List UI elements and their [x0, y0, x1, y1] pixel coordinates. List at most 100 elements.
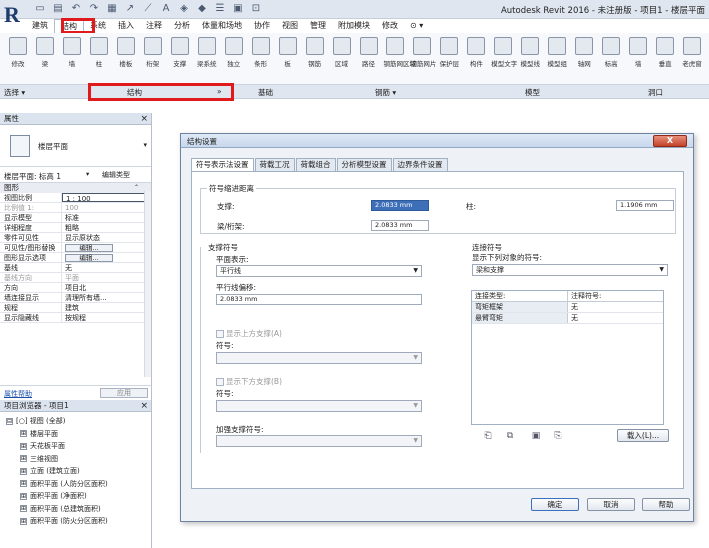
expand-toggle-icon[interactable]: ⊟ — [6, 417, 13, 425]
type-selector[interactable]: 楼层平面 ▾ — [0, 125, 151, 167]
measure-icon[interactable]: ↗ — [124, 3, 136, 15]
revit-logo-icon[interactable]: R — [4, 2, 24, 30]
panel-select[interactable]: 选择 ▾ — [4, 87, 25, 98]
property-row[interactable]: 显示模型 标准 — [0, 213, 151, 223]
property-value[interactable]: 1 : 100 — [62, 193, 151, 202]
property-row[interactable]: 比例值 1: 100 — [0, 203, 151, 213]
ribbon-tool[interactable]: 支撑 — [168, 37, 192, 68]
expand-toggle-icon[interactable]: ⊞ — [20, 480, 27, 487]
dialog-tab[interactable]: 分析模型设置 — [336, 158, 392, 171]
table-row[interactable]: 弯矩框架无 — [472, 302, 663, 313]
redo-icon[interactable]: ↷ — [88, 3, 100, 15]
expand-toggle-icon[interactable]: ⊞ — [20, 442, 27, 450]
browser-node[interactable]: ⊞ 面积平面 (人防分区面积) — [0, 478, 151, 491]
property-value[interactable]: 清理所有墙... — [62, 293, 151, 302]
dialog-titlebar[interactable]: 结构设置 X — [181, 134, 693, 148]
ribbon-tool[interactable]: 钢筋 — [303, 37, 327, 68]
expand-toggle-icon[interactable]: ⊞ — [20, 430, 27, 437]
properties-help-link[interactable]: 属性帮助 — [4, 389, 32, 399]
show-above-brace-checkbox[interactable]: 显示上方支撑(A) — [216, 328, 282, 339]
panel-rebar[interactable]: 钢筋 ▾ — [375, 87, 396, 98]
browser-node[interactable]: ⊞ 面积平面 (净面积) — [0, 490, 151, 503]
ribbon-tool[interactable]: 板 — [276, 37, 300, 68]
3d-view-icon[interactable]: ◈ — [178, 3, 190, 15]
symbol-below-select[interactable]: ▼ — [216, 400, 422, 412]
ribbon-tab[interactable]: 分析 — [168, 19, 196, 33]
apply-button[interactable]: 应用 — [100, 388, 148, 398]
ribbon-tab[interactable]: 建筑 — [26, 19, 54, 33]
ribbon-tool[interactable]: 老虎窗 — [680, 37, 704, 68]
kicker-brace-select[interactable]: ▼ — [216, 435, 422, 447]
rename-icon[interactable]: ▣ — [530, 430, 542, 442]
property-value[interactable]: 标准 — [62, 213, 151, 222]
show-symbols-for-select[interactable]: 梁和支撑 ▼ — [472, 264, 668, 276]
symbol-above-select[interactable]: ▼ — [216, 352, 422, 364]
new-icon[interactable]: ⎗ — [482, 430, 494, 442]
edit-type-button[interactable]: 编辑类型 — [100, 169, 132, 181]
expand-toggle-icon[interactable]: ⊞ — [20, 455, 27, 462]
dialog-close-button[interactable]: X — [653, 135, 687, 147]
annotation-symbol-cell[interactable]: 无 — [568, 302, 663, 312]
property-row[interactable]: 规程 建筑 — [0, 303, 151, 313]
instance-filter-label[interactable]: 楼层平面: 标高 1 — [4, 171, 61, 182]
property-row[interactable]: 基线无 — [0, 263, 151, 273]
section-icon[interactable]: ◆ — [196, 3, 208, 15]
text-icon[interactable]: A — [160, 3, 172, 15]
ribbon-tool[interactable]: 楼板 — [114, 37, 138, 68]
dialog-tab[interactable]: 符号表示法设置 — [191, 158, 254, 172]
ribbon-tool[interactable]: 区域 — [330, 37, 354, 68]
ribbon-tab[interactable]: 插入 — [112, 19, 140, 33]
ribbon-tab[interactable]: 协作 — [248, 19, 276, 33]
property-value[interactable]: 显示原状态 — [62, 233, 151, 242]
browser-node[interactable]: ⊞ 三维视图 — [0, 453, 151, 466]
browser-node[interactable]: ⊞ 面积平面 (总建筑面积) — [0, 503, 151, 516]
dialog-tab[interactable]: 边界条件设置 — [392, 158, 448, 171]
ribbon-tab[interactable]: 附加模块 — [332, 19, 376, 33]
dimension-icon[interactable]: ⟋ — [142, 3, 154, 15]
ribbon-tool[interactable]: 保护层 — [437, 37, 461, 68]
dialog-tab[interactable]: 荷载工况 — [254, 158, 295, 171]
ribbon-tool[interactable]: 条形 — [249, 37, 273, 68]
dialog-tab[interactable]: 荷载组合 — [295, 158, 336, 171]
close-hidden-icon[interactable]: ▣ — [232, 3, 244, 15]
ribbon-tool[interactable]: 钢筋网片 — [410, 37, 436, 68]
ribbon-tool[interactable]: 钢筋网区域 — [383, 37, 416, 68]
ribbon-tool[interactable]: 垂直 — [653, 37, 677, 68]
properties-group-graphics[interactable]: 图形 ⌃ — [0, 183, 151, 193]
expand-toggle-icon[interactable]: ⊞ — [20, 517, 27, 525]
ribbon-tab[interactable]: 注释 — [140, 19, 168, 33]
thin-lines-icon[interactable]: ☰ — [214, 3, 226, 15]
undo-icon[interactable]: ↶ — [70, 3, 82, 15]
property-row[interactable]: 方向 项目北 — [0, 283, 151, 293]
property-value[interactable]: 粗略 — [62, 223, 151, 232]
cancel-button[interactable]: 取消 — [587, 498, 635, 511]
open-icon[interactable]: ▭ — [34, 3, 46, 15]
duplicate-icon[interactable]: ⧉ — [504, 430, 516, 442]
project-browser-close-button[interactable]: × — [140, 400, 148, 412]
table-row[interactable]: 悬臂弯矩无 — [472, 313, 663, 324]
ribbon-tab[interactable]: ⊙ ▾ — [404, 19, 429, 33]
load-button[interactable]: 载入(L)... — [617, 429, 669, 442]
switch-windows-icon[interactable]: ⊡ — [250, 3, 262, 15]
ribbon-tab[interactable]: 修改 — [376, 19, 404, 33]
plan-representation-select[interactable]: 平行线 ▼ — [216, 265, 422, 277]
properties-close-button[interactable]: × — [140, 113, 148, 125]
ribbon-tool[interactable]: 梁 — [33, 37, 57, 68]
ribbon-tool[interactable]: 模型线 — [518, 37, 542, 68]
property-value[interactable]: 平面 — [62, 273, 151, 282]
ribbon-tool[interactable]: 模型组 — [545, 37, 569, 68]
edit-button[interactable]: 编辑... — [65, 254, 113, 262]
properties-scrollbar[interactable] — [144, 191, 151, 377]
property-value[interactable]: 编辑... — [62, 243, 151, 252]
beam-cutback-input[interactable]: 2.0833 mm — [371, 220, 429, 231]
save-icon[interactable]: ▤ — [52, 3, 64, 15]
browser-node[interactable]: ⊞ 立面 (建筑立面) — [0, 465, 151, 478]
property-row[interactable]: 图形显示选项 编辑... — [0, 253, 151, 263]
ribbon-tool[interactable]: 墙 — [626, 37, 650, 68]
show-below-brace-checkbox[interactable]: 显示下方支撑(B) — [216, 376, 282, 387]
collapse-icon[interactable]: ⌃ — [134, 183, 139, 193]
ribbon-tool[interactable]: 构件 — [464, 37, 488, 68]
expand-toggle-icon[interactable]: ⊞ — [20, 505, 27, 512]
ribbon-tab[interactable]: 视图 — [276, 19, 304, 33]
type-dropdown-arrow[interactable]: ▾ — [143, 141, 147, 149]
